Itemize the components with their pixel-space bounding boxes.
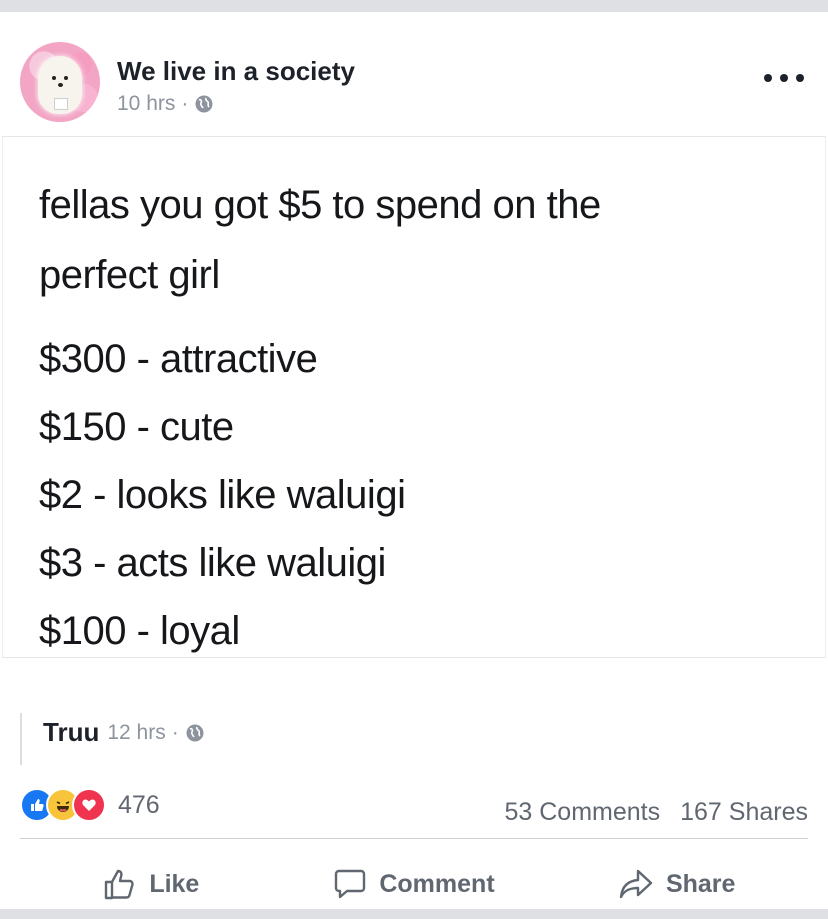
action-bar: Like Comment Share: [20, 854, 808, 914]
post-image[interactable]: fellas you got $5 to spend on the perfec…: [2, 136, 826, 658]
more-dots-icon: [764, 74, 772, 82]
image-text-line: $100 - loyal: [39, 609, 240, 653]
love-icon: [72, 788, 106, 822]
dog-avatar-icon: [38, 56, 82, 114]
like-label: Like: [149, 869, 200, 898]
post-time[interactable]: 10 hrs: [117, 92, 175, 116]
engagement-counts: 53 Comments 167 Shares: [505, 798, 809, 827]
image-text-line: $150 - cute: [39, 405, 234, 449]
comments-count[interactable]: 53 Comments: [505, 798, 661, 826]
comment-quote-bar: [20, 713, 22, 765]
more-options-button[interactable]: [764, 68, 804, 88]
image-text-line: perfect girl: [39, 253, 220, 297]
author-avatar[interactable]: [20, 42, 100, 122]
image-text-line: $300 - attractive: [39, 337, 318, 381]
comment-label: Comment: [379, 869, 495, 898]
image-text-line: $2 - looks like waluigi: [39, 473, 406, 517]
comment-bubble-icon: [335, 869, 366, 899]
comment-author[interactable]: Truu: [43, 717, 99, 748]
post-card: We live in a society 10 hrs · fellas you…: [0, 12, 828, 909]
image-text-line: fellas you got $5 to spend on the: [39, 183, 601, 227]
share-arrow-icon: [619, 869, 653, 899]
comment: Truu 12 hrs ·: [43, 717, 205, 748]
comment-meta: 12 hrs ·: [107, 721, 204, 745]
share-label: Share: [665, 869, 736, 898]
globe-icon: [195, 95, 213, 113]
reaction-count: 476: [118, 790, 160, 819]
shares-count[interactable]: 167 Shares: [680, 798, 808, 826]
globe-icon: [186, 724, 204, 741]
post-meta: 10 hrs ·: [117, 92, 214, 116]
thumbs-up-icon: [105, 869, 135, 900]
divider: [20, 838, 808, 839]
reactions-summary[interactable]: 476: [20, 787, 160, 823]
image-text-line: $3 - acts like waluigi: [39, 541, 386, 585]
comment-time[interactable]: 12 hrs: [107, 721, 165, 745]
meta-separator: ·: [181, 92, 189, 115]
meta-separator: ·: [171, 720, 179, 744]
share-button[interactable]: Share: [545, 867, 808, 901]
like-button[interactable]: Like: [20, 867, 283, 901]
post-author-name[interactable]: We live in a society: [117, 56, 355, 87]
comment-button[interactable]: Comment: [283, 867, 546, 901]
